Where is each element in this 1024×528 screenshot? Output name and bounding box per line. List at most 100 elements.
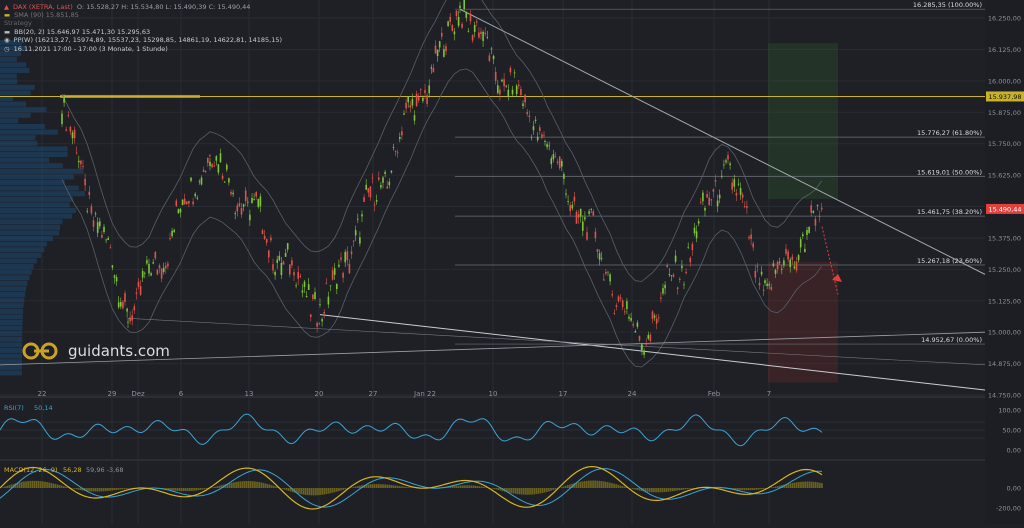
- macd-hist-bar: [118, 488, 120, 490]
- volume-bar: [0, 258, 37, 263]
- candle-body: [155, 252, 157, 258]
- candle-body: [247, 202, 249, 203]
- candle-body: [120, 302, 122, 307]
- candle-body: [796, 262, 798, 271]
- candle-body: [441, 33, 443, 37]
- macd-hist-bar: [23, 482, 25, 488]
- x-tick-label: 22: [38, 390, 47, 398]
- candle-body: [576, 212, 578, 224]
- candle-body: [572, 205, 574, 209]
- macd-hist-bar: [191, 488, 193, 491]
- price-tag-label: 15.490,44: [988, 205, 1021, 213]
- volume-bar: [0, 68, 29, 73]
- macd-hist-bar: [584, 481, 586, 488]
- volume-bar: [0, 163, 63, 168]
- candle-body: [744, 206, 746, 207]
- candle-body: [478, 33, 480, 38]
- macd-hist-bar: [750, 488, 752, 490]
- price-tag-label: 15.937,98: [988, 93, 1021, 101]
- candle-body: [752, 243, 754, 247]
- macd-hist-bar: [271, 485, 273, 488]
- macd-hist-bar: [288, 488, 290, 491]
- macd-hist-bar: [254, 481, 256, 488]
- candle-body: [281, 263, 283, 275]
- macd-hist-bar: [819, 483, 821, 488]
- candle-body: [112, 265, 114, 267]
- candle-body: [99, 221, 101, 226]
- macd-hist-bar: [550, 488, 552, 491]
- macd-hist-bar: [376, 484, 378, 488]
- macd-hist-bar: [374, 484, 376, 488]
- bb-label: BB(20, 2) 15.646,97 15.471,30 15.295,63: [14, 28, 150, 36]
- macd-hist-bar: [378, 484, 380, 488]
- candle-body: [213, 166, 215, 167]
- candle-body: [351, 251, 353, 254]
- macd-hist-bar: [302, 488, 304, 495]
- fib-label: 15.267,18 (23.60%): [917, 257, 982, 265]
- candle-body: [766, 284, 768, 286]
- candle-body: [548, 145, 550, 146]
- y-tick-label: 15.750,00: [988, 140, 1021, 148]
- x-tick-label: 7: [767, 390, 771, 398]
- candle-body: [302, 291, 304, 293]
- candle-body: [698, 221, 700, 223]
- macd-hist-bar: [802, 482, 804, 488]
- candle-body: [122, 302, 124, 309]
- candle-body: [295, 285, 297, 286]
- macd-hist-bar: [521, 488, 523, 494]
- candle-body: [165, 266, 167, 269]
- candle-body: [702, 193, 704, 202]
- candle-body: [484, 33, 486, 34]
- macd-hist-bar: [540, 488, 542, 493]
- chart-svg: 16.285,35 (100.00%)15.776,27 (61.80%)15.…: [0, 0, 1024, 524]
- macd-hist-bar: [756, 488, 758, 490]
- volume-bar: [0, 314, 23, 319]
- candle-body: [522, 103, 524, 106]
- candle-body: [601, 258, 603, 259]
- macd-hist-bar: [99, 488, 101, 491]
- candle-body: [245, 190, 247, 201]
- candle-body: [161, 269, 163, 279]
- macd-hist-bar: [634, 488, 636, 490]
- candle-body: [328, 297, 330, 305]
- macd-hist-bar: [617, 485, 619, 488]
- candle-body: [675, 256, 677, 262]
- candle-body: [694, 228, 696, 234]
- candle-body: [557, 162, 559, 163]
- candle-body: [493, 56, 495, 59]
- candle-body: [586, 232, 588, 239]
- candle-body: [363, 197, 365, 202]
- candle-body: [253, 199, 255, 200]
- macd-hist-bar: [638, 488, 640, 490]
- macd-hist-bar: [664, 488, 666, 492]
- candle-body: [384, 172, 386, 174]
- macd-hist-bar: [401, 486, 403, 488]
- x-tick-label: 13: [245, 390, 254, 398]
- macd-hist-bar: [40, 481, 42, 488]
- macd-hist-bar: [775, 487, 777, 488]
- candle-body: [474, 25, 476, 32]
- instrument-icon: ▲: [4, 3, 9, 11]
- macd-hist-bar: [216, 486, 218, 488]
- candle-body: [291, 260, 293, 265]
- volume-bar: [0, 342, 22, 347]
- macd-hist-bar: [189, 488, 191, 491]
- macd-hist-bar: [88, 488, 90, 491]
- candle-body: [314, 292, 316, 299]
- macd-hist-bar: [342, 488, 344, 490]
- macd-hist-bar: [561, 487, 563, 488]
- chart-background: [0, 0, 1024, 524]
- candle-body: [279, 256, 281, 260]
- candle-body: [264, 236, 266, 239]
- macd-hist-bar: [21, 482, 23, 488]
- candle-body: [637, 323, 639, 327]
- macd-hist-bar: [305, 488, 307, 495]
- candle-body: [318, 323, 320, 324]
- candle-body: [237, 205, 239, 211]
- candle-body: [334, 268, 336, 275]
- candle-body: [374, 204, 376, 205]
- volume-bar: [0, 124, 45, 129]
- candle-body: [138, 282, 140, 287]
- candle-body: [614, 313, 616, 314]
- candle-body: [497, 85, 499, 93]
